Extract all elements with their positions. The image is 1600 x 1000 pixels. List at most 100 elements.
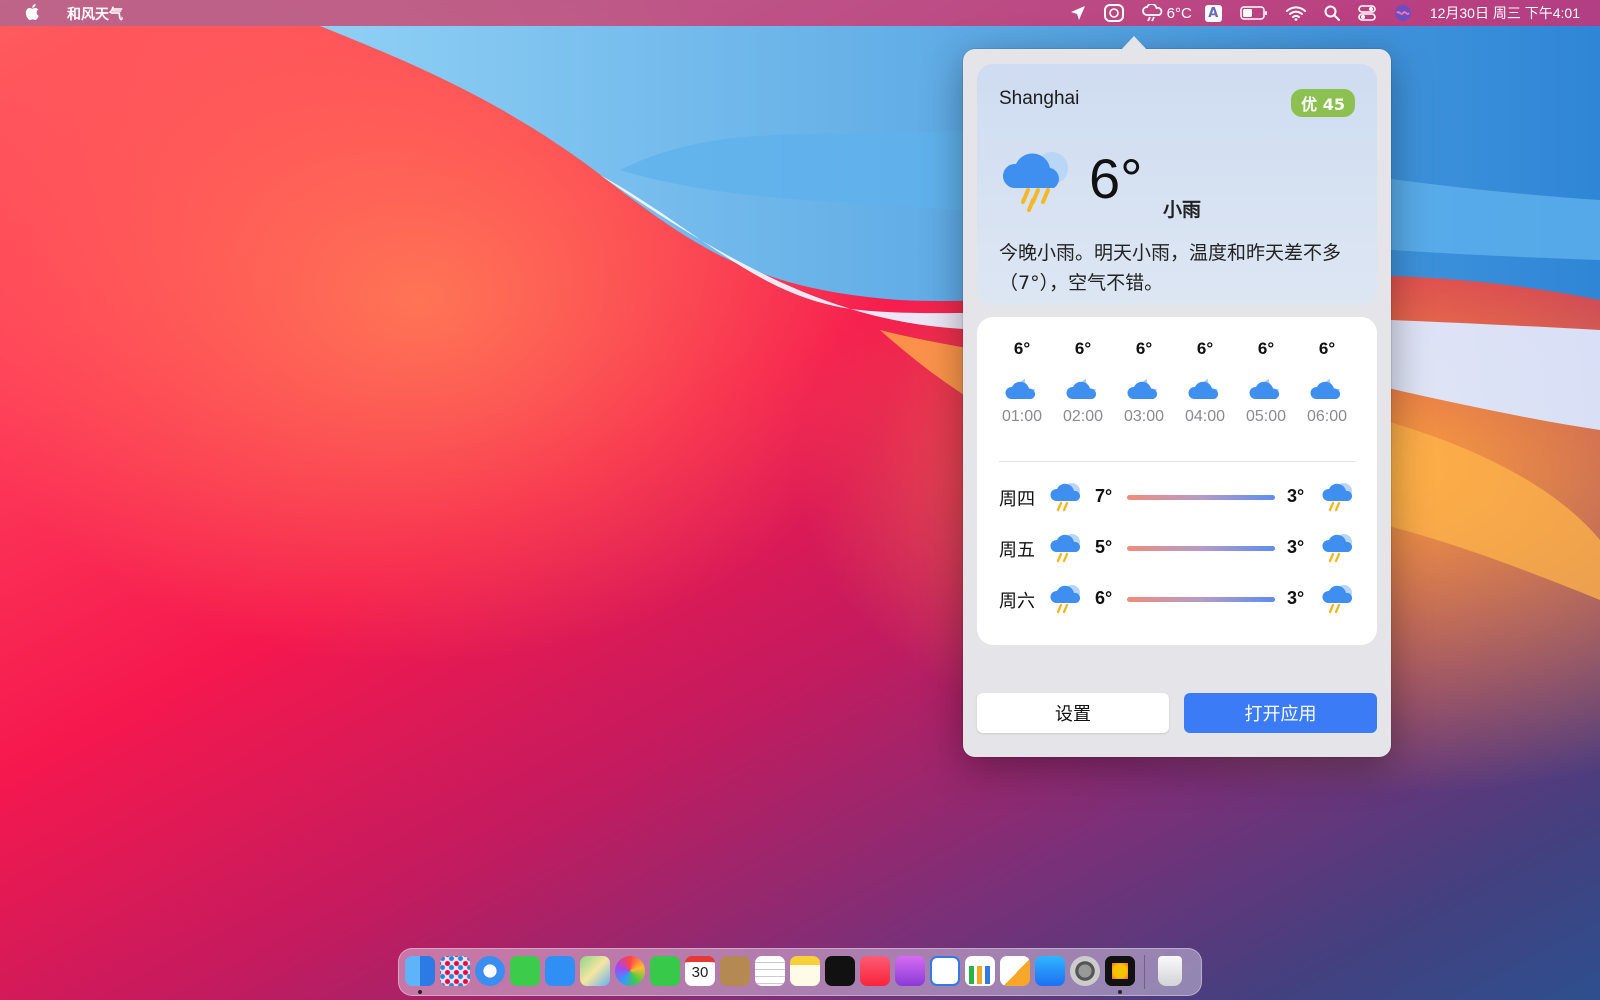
daily-row: 周五 5° 3° [999, 530, 1355, 566]
input-source[interactable]: A [1204, 0, 1222, 26]
hourly-time: 06:00 [1306, 408, 1348, 425]
hourly-item: 6° 05:00 [1235, 339, 1297, 426]
rain-cloud-icon [1002, 152, 1068, 212]
apple-icon[interactable] [24, 3, 40, 21]
podcasts-icon[interactable] [895, 956, 925, 986]
vpn-status-icon[interactable] [1103, 0, 1124, 26]
running-indicator [418, 990, 422, 994]
mail-icon[interactable] [545, 956, 575, 986]
calendar-day: 30 [691, 964, 709, 981]
pages-icon[interactable] [1000, 956, 1030, 986]
app-name[interactable]: 和风天气 [67, 4, 123, 24]
hourly-time: 01:00 [1001, 408, 1043, 425]
dock: 30 [398, 948, 1202, 996]
cloudy-night-icon [1188, 379, 1219, 399]
calendar-icon[interactable]: 30 [685, 956, 715, 986]
numbers-icon[interactable] [965, 956, 995, 986]
temperature-range-bar [1127, 546, 1275, 551]
launchpad-icon[interactable] [440, 956, 470, 986]
day-name: 周五 [999, 540, 1035, 561]
hourly-temp: 6° [1135, 339, 1153, 358]
city-name: Shanghai [999, 88, 1080, 109]
safari-icon[interactable] [475, 956, 505, 986]
rain-cloud-icon [1050, 483, 1081, 512]
siri-icon[interactable] [1394, 0, 1412, 26]
hourly-temp: 6° [1013, 339, 1031, 358]
hourly-temp: 6° [1074, 339, 1092, 358]
cloudy-night-icon [1310, 379, 1341, 399]
daily-row: 周六 6° 3° [999, 581, 1355, 617]
daily-high: 6° [1095, 588, 1113, 608]
weather-summary: 今晚小雨。明天小雨，温度和昨天差不多（7°），空气不错。 [999, 242, 1342, 294]
menubar-temp: 6°C [1166, 4, 1192, 22]
divider [999, 461, 1355, 462]
menu-bar: 和风天气 6°C A 12月30日 周三 下午4:01 [0, 0, 1600, 26]
cloudy-night-icon [1066, 379, 1097, 399]
music-icon[interactable] [860, 956, 890, 986]
location-icon[interactable] [1070, 0, 1086, 26]
hourly-temp: 6° [1257, 339, 1275, 358]
rain-cloud-icon [1322, 585, 1353, 614]
cloudy-night-icon [1005, 379, 1036, 399]
hourly-time: 04:00 [1184, 408, 1226, 425]
hourly-temp: 6° [1196, 339, 1214, 358]
daily-low: 3° [1287, 486, 1305, 506]
apple-tv-icon[interactable] [825, 956, 855, 986]
facetime-icon[interactable] [650, 956, 680, 986]
settings-button[interactable]: 设置 [977, 693, 1169, 733]
hourly-time: 03:00 [1123, 408, 1165, 425]
current-temperature: 6° [1089, 147, 1143, 210]
keynote-icon[interactable] [930, 956, 960, 986]
current-condition: 小雨 [1163, 199, 1202, 221]
temperature-range-bar [1127, 495, 1275, 500]
clock[interactable]: 12月30日 周三 下午4:01 [1430, 0, 1580, 26]
daily-low: 3° [1287, 588, 1305, 608]
day-name: 周六 [999, 591, 1035, 612]
reminders-icon[interactable] [755, 956, 785, 986]
weather-app-icon[interactable] [1105, 956, 1135, 986]
notes-icon[interactable] [790, 956, 820, 986]
cloudy-night-icon [1127, 379, 1158, 399]
daily-low: 3° [1287, 537, 1305, 557]
hourly-time: 05:00 [1245, 408, 1287, 425]
open-app-button[interactable]: 打开应用 [1184, 693, 1377, 733]
app-store-icon[interactable] [1035, 956, 1065, 986]
rain-cloud-icon [1322, 483, 1353, 512]
daily-high: 7° [1095, 486, 1113, 506]
menubar-weather[interactable]: 6°C [1141, 0, 1192, 26]
contacts-icon[interactable] [720, 956, 750, 986]
popover-arrow [1120, 36, 1148, 51]
hourly-time: 02:00 [1062, 408, 1104, 425]
hourly-item: 6° 01:00 [991, 339, 1053, 426]
day-name: 周四 [999, 489, 1035, 510]
rain-cloud-icon [1141, 4, 1162, 22]
hourly-temp: 6° [1318, 339, 1336, 358]
battery-icon[interactable] [1240, 0, 1268, 26]
hourly-item: 6° 03:00 [1113, 339, 1175, 426]
dock-divider [1144, 955, 1145, 989]
messages-icon[interactable] [510, 956, 540, 986]
input-source-label: A [1204, 4, 1222, 22]
weather-popover: Shanghai 优 45 6° 小雨 今晚小雨。明天小雨，温度和昨天差不多（7… [963, 36, 1391, 757]
photos-icon[interactable] [615, 956, 645, 986]
temperature-range-bar [1127, 597, 1275, 602]
system-preferences-icon[interactable] [1070, 956, 1100, 986]
hourly-item: 6° 04:00 [1174, 339, 1236, 426]
finder-icon[interactable] [405, 956, 435, 986]
maps-icon[interactable] [580, 956, 610, 986]
trash-icon[interactable] [1158, 956, 1182, 986]
rain-cloud-icon [1322, 534, 1353, 563]
spotlight-search-icon[interactable] [1324, 0, 1340, 26]
rain-cloud-icon [1050, 534, 1081, 563]
daily-row: 周四 7° 3° [999, 479, 1355, 515]
rain-cloud-icon [1050, 585, 1081, 614]
hourly-item: 6° 02:00 [1052, 339, 1114, 426]
daily-high: 5° [1095, 537, 1113, 557]
aqi-badge: 优 45 [1291, 89, 1355, 117]
wifi-icon[interactable] [1285, 0, 1306, 26]
running-indicator [1118, 990, 1122, 994]
hourly-item: 6° 06:00 [1296, 339, 1358, 426]
current-weather-card: Shanghai 优 45 6° 小雨 今晚小雨。明天小雨，温度和昨天差不多（7… [977, 64, 1377, 305]
cloudy-night-icon [1249, 379, 1280, 399]
control-center-icon[interactable] [1358, 0, 1376, 26]
